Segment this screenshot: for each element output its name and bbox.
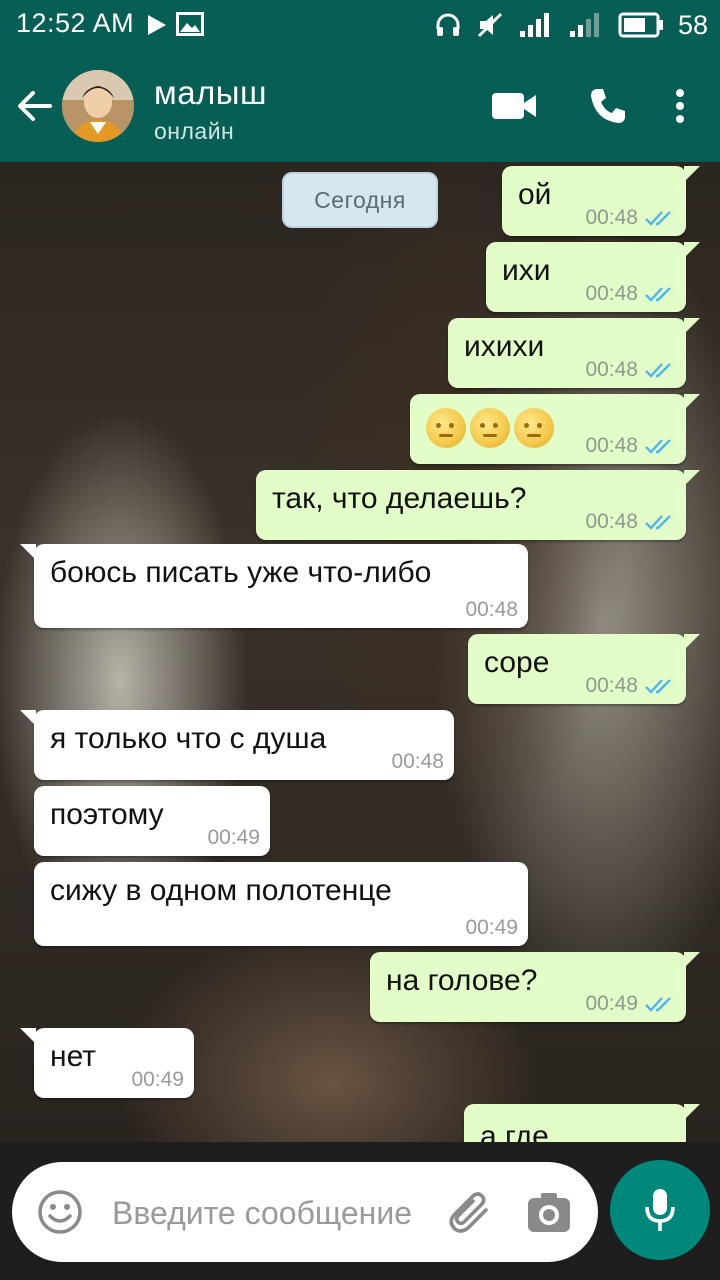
message-meta: 00:48 [465,598,518,622]
message-time: 00:48 [585,434,638,457]
message-time: 00:48 [465,598,518,621]
message-meta: 00:48 [585,206,676,230]
read-ticks-icon [645,287,671,302]
message-meta: 00:48 [585,674,676,698]
status-bar: 12:52 AM 58 [0,0,720,50]
message-meta: 00:49 [585,992,676,1016]
message-text: так, что делаешь? [272,482,527,515]
smiley-icon [38,1190,82,1234]
read-ticks-icon [645,997,671,1012]
chat-area[interactable]: Сегодня ой 00:48 ихи 00:48 ихихи 00:48 0… [0,162,720,1142]
message-meta: 00:49 [465,916,518,940]
read-ticks-icon [645,211,671,226]
contact-status: онлайн [154,118,235,144]
message-bubble-outgoing[interactable]: на голове? 00:49 [370,952,700,1022]
read-ticks-icon [645,363,671,378]
message-time: 00:49 [585,992,638,1015]
camera-button[interactable] [524,1188,574,1238]
play-icon [148,15,166,35]
message-text: соре [484,646,550,679]
microphone-icon [645,1189,675,1231]
message-meta: 00:48 [585,434,676,458]
message-text: ой [518,178,552,211]
read-ticks-icon [645,679,671,694]
message-bubble-outgoing[interactable]: ой 00:48 [502,166,700,236]
message-meta: 00:48 [391,750,444,774]
paperclip-icon [449,1192,488,1233]
status-time: 12:52 AM [16,8,135,38]
message-bubble-incoming[interactable]: поэтому 00:49 [34,786,270,856]
headset-icon [436,13,460,36]
message-time: 00:49 [131,1068,184,1091]
more-options-button[interactable] [652,78,708,134]
message-text: боюсь писать уже что-либо [50,556,432,589]
message-time: 00:48 [585,674,638,697]
message-time: 00:48 [585,206,638,229]
message-bubble-incoming[interactable]: сижу в одном полотенце 00:49 [34,862,528,946]
composer-bar [0,1142,720,1280]
back-button[interactable] [8,78,60,134]
message-text: ихи [502,254,551,287]
signal-icon [519,13,549,37]
message-time: 00:48 [585,358,638,381]
message-time: 00:48 [585,510,638,533]
message-text: ихихи [464,330,545,363]
message-text: сижу в одном полотенце [50,874,392,907]
message-text: нет [50,1040,96,1073]
chat-header: малыш онлайн [0,50,720,162]
date-chip: Сегодня [282,172,438,228]
read-ticks-icon [645,439,671,454]
read-ticks-icon [645,515,671,530]
message-bubble-outgoing[interactable]: 00:48 [410,394,700,464]
emoji-row [426,408,558,448]
message-bubble-outgoing[interactable]: ихи 00:48 [486,242,700,312]
phone-icon [591,89,625,123]
message-bubble-outgoing[interactable]: так, что делаешь? 00:48 [256,470,700,540]
voice-call-button[interactable] [580,78,636,134]
contact-avatar[interactable] [62,70,134,142]
message-input-box [12,1162,598,1262]
message-time: 00:49 [465,916,518,939]
message-bubble-outgoing[interactable]: соре 00:48 [468,634,700,704]
arrow-left-icon [18,91,52,121]
full-moon-face-icon [514,408,554,448]
message-bubble-incoming[interactable]: я только что с душа 00:48 [20,710,454,780]
camera-icon [528,1193,570,1232]
message-bubble-outgoing[interactable]: а где [464,1104,700,1142]
message-meta: 00:48 [585,282,676,306]
message-meta: 00:49 [207,826,260,850]
message-bubble-incoming[interactable]: нет 00:49 [20,1028,194,1098]
message-meta: 00:49 [131,1068,184,1092]
status-icons: 58 [434,8,708,42]
message-input[interactable] [112,1188,462,1238]
message-meta: 00:48 [585,510,676,534]
message-text: поэтому [50,798,164,831]
message-time: 00:48 [391,750,444,773]
contact-name[interactable]: малыш [154,74,267,112]
message-bubble-incoming[interactable]: боюсь писать уже что-либо 00:48 [20,544,528,628]
mute-icon [477,12,503,38]
emoji-button[interactable] [36,1188,84,1236]
video-camera-icon [492,93,536,119]
message-text: я только что с душа [50,722,327,755]
attach-button[interactable] [444,1188,496,1238]
video-call-button[interactable] [486,78,542,134]
full-moon-face-icon [426,408,466,448]
message-time: 00:48 [585,282,638,305]
full-moon-face-icon [470,408,510,448]
message-text: а где [480,1120,549,1142]
message-text: на голове? [386,964,538,997]
battery-percentage: 58 [677,9,708,40]
signal-2-icon [569,13,599,37]
voice-record-button[interactable] [610,1160,710,1260]
battery-icon [618,12,663,38]
more-vert-icon [676,89,684,123]
message-time: 00:49 [207,826,260,849]
image-notification-icon [176,12,204,36]
message-meta: 00:48 [585,358,676,382]
message-bubble-outgoing[interactable]: ихихи 00:48 [448,318,700,388]
